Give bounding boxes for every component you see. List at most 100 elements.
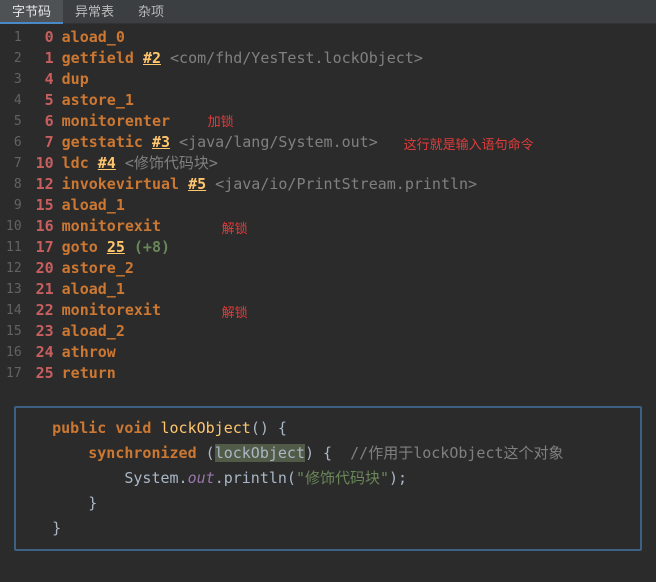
punct: () {: [251, 419, 287, 437]
bytecode-offset: 15: [30, 195, 54, 216]
gutter-number: 7: [6, 153, 22, 174]
bytecode-offset: 25: [30, 363, 54, 384]
field: out: [188, 469, 215, 487]
gutter-number: 9: [6, 195, 22, 216]
jump-relative: (+8): [125, 238, 170, 256]
gutter-number: 3: [6, 69, 22, 90]
string-literal: "修饰代码块": [296, 469, 389, 487]
bytecode-instruction: getfield: [62, 49, 134, 67]
ident: System.: [124, 469, 187, 487]
bytecode-instruction: goto: [62, 238, 98, 256]
bytecode-offset: 0: [30, 27, 54, 48]
constant-pool-ref[interactable]: #2: [143, 49, 161, 67]
gutter-number: 6: [6, 132, 22, 153]
tab-bytecode[interactable]: 字节码: [0, 0, 63, 24]
gutter-number: 8: [6, 174, 22, 195]
jump-target[interactable]: 25: [107, 238, 125, 256]
bytecode-line: 24 athrow: [30, 342, 656, 363]
tab-exceptions[interactable]: 异常表: [63, 0, 126, 24]
gutter-number: 15: [6, 321, 22, 342]
keyword: public: [52, 419, 106, 437]
bytecode-offset: 21: [30, 279, 54, 300]
gutter-number: 5: [6, 111, 22, 132]
source-line: }: [16, 491, 640, 516]
gutter-number: 4: [6, 90, 22, 111]
bytecode-instruction: astore_1: [62, 91, 134, 109]
bytecode-instruction: astore_2: [62, 259, 134, 277]
gutter-number: 14: [6, 300, 22, 321]
annotation-lock: 加锁: [208, 111, 234, 132]
keyword: void: [115, 419, 151, 437]
source-line: synchronized (lockObject) { //作用于lockObj…: [16, 441, 640, 466]
bytecode-offset: 22: [30, 300, 54, 321]
tab-misc[interactable]: 杂项: [126, 0, 176, 24]
source-line: public void lockObject() {: [16, 416, 640, 441]
bytecode-line: 25 return: [30, 363, 656, 384]
gutter-number: 10: [6, 216, 22, 237]
brace: }: [52, 519, 61, 537]
annotation-input-cmd: 这行就是输入语句命令: [404, 134, 534, 155]
bytecode-instruction: aload_1: [62, 196, 125, 214]
bytecode-offset: 6: [30, 111, 54, 132]
gutter-number: 13: [6, 279, 22, 300]
source-panel: public void lockObject() { synchronized …: [14, 406, 642, 551]
gutter-number: 16: [6, 342, 22, 363]
ident: .println(: [215, 469, 296, 487]
bytecode-offset: 23: [30, 321, 54, 342]
bytecode-instruction: dup: [62, 70, 89, 88]
bytecode-instruction: monitorexit: [62, 301, 161, 319]
bytecode-line: 20 astore_2: [30, 258, 656, 279]
bytecode-offset: 7: [30, 132, 54, 153]
bytecode-line: 22 monitorexit: [30, 300, 656, 321]
punct: );: [389, 469, 407, 487]
brace: }: [88, 494, 97, 512]
constant-pool-ref[interactable]: #5: [188, 175, 206, 193]
gutter-number: 11: [6, 237, 22, 258]
ref-description: <修饰代码块>: [116, 154, 218, 172]
bytecode-offset: 17: [30, 237, 54, 258]
tab-bar: 字节码 异常表 杂项: [0, 0, 656, 24]
source-line: }: [16, 516, 640, 541]
source-line: System.out.println("修饰代码块");: [16, 466, 640, 491]
bytecode-line: 15 aload_1: [30, 195, 656, 216]
bytecode-line: 4dup: [30, 69, 656, 90]
punct: ) {: [305, 444, 350, 462]
bytecode-instruction: aload_0: [62, 28, 125, 46]
bytecode-line: 5 astore_1: [30, 90, 656, 111]
bytecode-instruction: invokevirtual: [62, 175, 179, 193]
bytecode-offset: 10: [30, 153, 54, 174]
bytecode-lines: 加锁 这行就是输入语句命令 解锁 解锁 0aload_01getfield #2…: [30, 27, 656, 384]
method-name: lockObject: [161, 419, 251, 437]
annotation-unlock-2: 解锁: [222, 302, 248, 323]
bytecode-instruction: monitorenter: [62, 112, 170, 130]
bytecode-line: 7getstatic #3 <java/lang/System.out>: [30, 132, 656, 153]
bytecode-instruction: monitorexit: [62, 217, 161, 235]
bytecode-line: 23aload_2: [30, 321, 656, 342]
bytecode-offset: 20: [30, 258, 54, 279]
bytecode-line: 21 aload_1: [30, 279, 656, 300]
bytecode-offset: 24: [30, 342, 54, 363]
bytecode-line: 16 monitorexit: [30, 216, 656, 237]
bytecode-offset: 5: [30, 90, 54, 111]
bytecode-instruction: getstatic: [62, 133, 143, 151]
bytecode-instruction: aload_1: [62, 280, 125, 298]
ref-description: <java/io/PrintStream.println>: [206, 175, 477, 193]
bytecode-instruction: return: [62, 364, 116, 382]
bytecode-instruction: athrow: [62, 343, 116, 361]
bytecode-offset: 12: [30, 174, 54, 195]
bytecode-line: 1getfield #2 <com/fhd/YesTest.lockObject…: [30, 48, 656, 69]
constant-pool-ref[interactable]: #3: [152, 133, 170, 151]
gutter-number: 1: [6, 27, 22, 48]
gutter-number: 12: [6, 258, 22, 279]
bytecode-instruction: ldc: [62, 154, 89, 172]
bytecode-offset: 16: [30, 216, 54, 237]
bytecode-line: 10 ldc #4 <修饰代码块>: [30, 153, 656, 174]
bytecode-line: 12 invokevirtual #5 <java/io/PrintStream.…: [30, 174, 656, 195]
ref-description: <com/fhd/YesTest.lockObject>: [161, 49, 423, 67]
bytecode-panel: 1234567891011121314151617 加锁 这行就是输入语句命令 …: [0, 24, 656, 384]
bytecode-line: 17 goto 25 (+8): [30, 237, 656, 258]
gutter-number: 2: [6, 48, 22, 69]
punct: (: [197, 444, 215, 462]
constant-pool-ref[interactable]: #4: [98, 154, 116, 172]
bytecode-line: 6 monitorenter: [30, 111, 656, 132]
